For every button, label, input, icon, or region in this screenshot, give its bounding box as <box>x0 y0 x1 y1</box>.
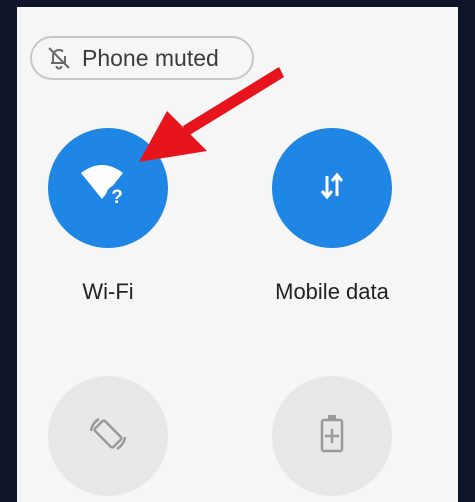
tile-label: Mobile data <box>275 279 389 304</box>
mobile-data-toggle-button[interactable] <box>272 128 392 248</box>
tile-label: Wi-Fi <box>82 279 134 304</box>
battery-saver-icon <box>314 411 350 462</box>
battery-saver-toggle-button[interactable] <box>272 376 392 496</box>
auto-rotate-toggle-button[interactable] <box>48 376 168 496</box>
auto-rotate-icon <box>85 411 131 462</box>
wifi-toggle-button[interactable]: ? <box>48 128 168 248</box>
tile-battery-saver[interactable] <box>270 376 394 502</box>
bell-off-icon <box>46 45 72 71</box>
mobile-data-arrows-icon <box>312 166 352 211</box>
tile-mobile-data[interactable]: Mobile data <box>270 128 394 305</box>
phone-muted-label: Phone muted <box>82 44 219 71</box>
svg-text:?: ? <box>111 187 123 208</box>
tile-wifi[interactable]: ? Wi-Fi <box>46 128 170 305</box>
phone-muted-chip[interactable]: Phone muted <box>30 36 254 80</box>
wifi-question-icon: ? <box>77 159 139 218</box>
tile-auto-rotate[interactable] <box>46 376 170 502</box>
quick-settings-panel: Phone muted ? Wi-Fi Mobile data <box>17 7 458 502</box>
